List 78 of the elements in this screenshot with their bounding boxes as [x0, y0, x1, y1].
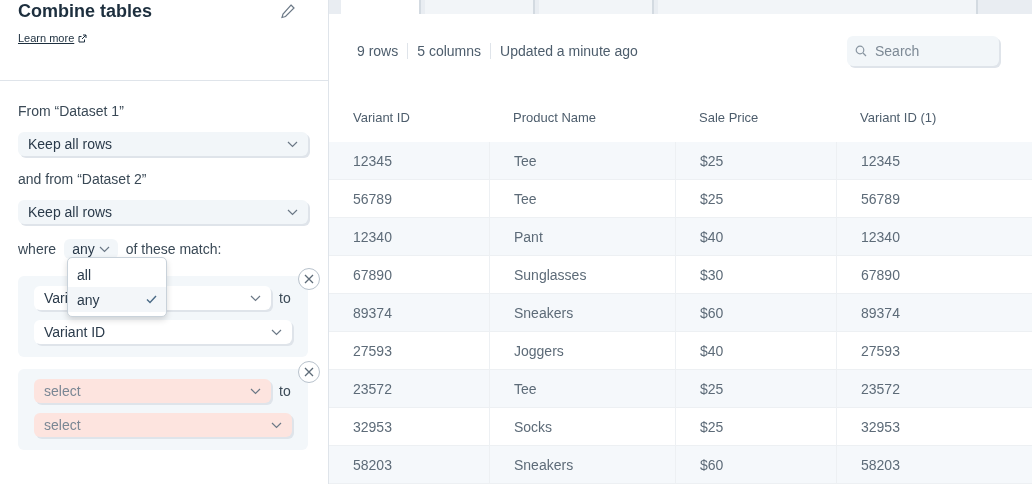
table-cell: 12345	[836, 142, 1032, 179]
table-cell: 56789	[836, 180, 1032, 217]
chevron-down-icon	[250, 387, 261, 395]
match-select[interactable]: any	[64, 239, 118, 259]
rows-select[interactable]: Keep all rows	[18, 200, 308, 224]
table-cell-text: 27593	[352, 341, 393, 361]
table-cell-text: 12345	[352, 151, 393, 171]
table-cell: 89374	[836, 294, 1032, 331]
close-button[interactable]	[298, 361, 320, 383]
learn-more-link[interactable]: Learn more	[18, 32, 88, 44]
column-header: Product Name	[512, 108, 598, 127]
chevron-down-icon	[271, 328, 282, 336]
checkmark-icon	[146, 295, 157, 304]
table-cell: Tee	[489, 180, 675, 217]
column-header: Variant ID (1)	[859, 108, 938, 127]
table-cell: $25	[675, 408, 836, 445]
table-cell: $25	[675, 142, 836, 179]
table-cell-text: 32953	[352, 417, 393, 437]
table-cell: Sneakers	[489, 294, 675, 331]
table-cell: Joggers	[489, 332, 675, 369]
menu-option[interactable]: all	[68, 262, 166, 287]
chevron-down-icon	[98, 245, 110, 253]
tab[interactable]	[341, 0, 421, 14]
column-header: Variant ID	[352, 108, 411, 127]
rows-select[interactable]: Keep all rows	[18, 132, 308, 156]
chevron-down-icon	[271, 421, 282, 429]
to-label: to	[279, 290, 291, 306]
menu-option[interactable]: any	[68, 287, 166, 312]
pencil-icon[interactable]	[280, 3, 296, 19]
table-cell: $60	[675, 294, 836, 331]
table-cell: Tee	[489, 370, 675, 407]
summary-text: 5 columns	[407, 43, 491, 59]
table-cell-text: 56789	[352, 189, 393, 209]
table-cell: 27593	[836, 332, 1032, 369]
table-cell: 32953	[836, 408, 1032, 445]
table-cell-text: 67890	[352, 265, 393, 285]
table-cell: $40	[675, 332, 836, 369]
table-cell: 58203	[836, 446, 1032, 483]
match-suffix: of these match:	[125, 241, 222, 257]
table-cell: Pant	[489, 218, 675, 255]
table-cell: Tee	[489, 142, 675, 179]
close-button[interactable]	[298, 268, 320, 290]
table-cell: $30	[675, 256, 836, 293]
tab[interactable]	[539, 0, 654, 14]
summary-text: 9 rows	[357, 43, 400, 59]
table-cell: $25	[675, 180, 836, 217]
panel-title: Combine tables	[18, 1, 153, 22]
table-cell: 12340	[836, 218, 1032, 255]
table-cell: $40	[675, 218, 836, 255]
table-cell: Sunglasses	[489, 256, 675, 293]
table-cell: $60	[675, 446, 836, 483]
chevron-down-icon	[287, 208, 298, 216]
table-cell-text: 89374	[352, 303, 393, 323]
external-link-icon	[78, 33, 88, 43]
search-icon	[855, 45, 867, 57]
table-cell-text: 23572	[352, 379, 393, 399]
summary-text: Updated a minute ago	[490, 43, 647, 59]
column-select[interactable]: Variant ID	[34, 320, 292, 344]
column-header: Sale Price	[698, 108, 760, 127]
table-cell: Socks	[489, 408, 675, 445]
source-label: and from “Dataset 2”	[18, 171, 148, 187]
table-cell: $25	[675, 370, 836, 407]
source-label: From “Dataset 1”	[18, 103, 125, 119]
chevron-down-icon	[287, 140, 298, 148]
table-cell-text: 58203	[352, 455, 393, 475]
table-cell: Sneakers	[489, 446, 675, 483]
close-icon	[304, 367, 314, 377]
chevron-down-icon	[250, 294, 261, 302]
search-input[interactable]: Search	[873, 42, 983, 60]
tab[interactable]	[658, 0, 978, 14]
table-cell: 23572	[836, 370, 1032, 407]
where-label: where	[18, 241, 57, 257]
table-cell-text: 12340	[352, 227, 393, 247]
table-cell: 67890	[836, 256, 1032, 293]
close-icon	[304, 274, 314, 284]
search-field[interactable]: Search	[847, 36, 999, 66]
to-label: to	[279, 383, 291, 399]
tab[interactable]	[425, 0, 535, 14]
